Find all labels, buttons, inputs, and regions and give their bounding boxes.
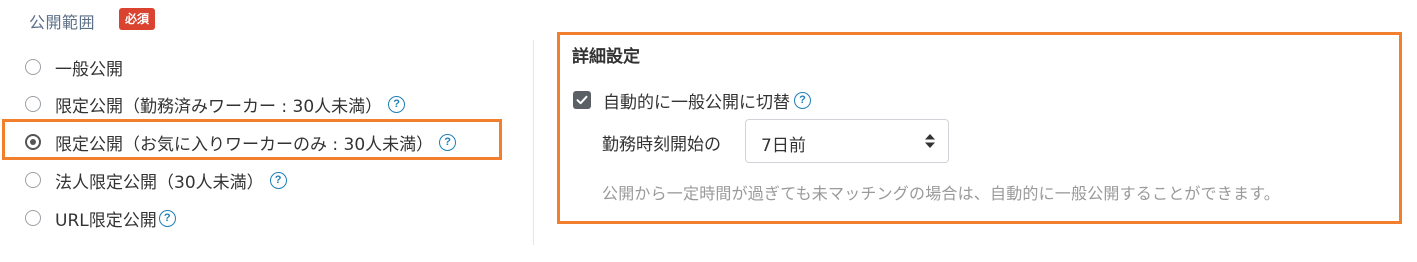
auto-switch-checkbox[interactable] (573, 91, 591, 109)
question-circle-icon[interactable]: ? (794, 91, 811, 109)
visibility-section-label: 公開範囲 (29, 13, 96, 32)
question-circle-icon[interactable]: ? (388, 95, 406, 113)
question-circle-icon[interactable]: ? (158, 209, 176, 227)
radio-label: 法人限定公開（30人未満） (55, 172, 264, 193)
auto-public-help-text: 公開から一定時間が過ぎても未マッチングの場合は、自動的に一般公開することができま… (602, 184, 1281, 203)
days-before-select[interactable]: 7日前 (745, 119, 949, 163)
question-circle-icon[interactable]: ? (269, 171, 287, 189)
radio-option-limited-worked[interactable]: 限定公開（勤務済みワーカー : 30人未満） ? (25, 90, 406, 118)
radio-option-public[interactable]: 一般公開 (25, 53, 123, 81)
required-badge: 必須 (119, 8, 156, 30)
radio-option-corporate-limited[interactable]: 法人限定公開（30人未満） ? (25, 166, 287, 194)
radio-button[interactable] (25, 210, 41, 226)
work-start-label: 勤務時刻開始の (602, 135, 721, 155)
auto-switch-checkbox-row[interactable]: 自動的に一般公開に切替 ? (573, 87, 811, 113)
radio-label: URL限定公開 (55, 210, 157, 231)
select-value: 7日前 (761, 136, 806, 156)
auto-switch-label: 自動的に一般公開に切替 (603, 92, 790, 113)
detail-settings-title: 詳細設定 (572, 47, 640, 67)
radio-button[interactable] (25, 96, 41, 112)
sort-caret-icon (925, 134, 935, 148)
radio-button[interactable] (25, 172, 41, 188)
column-divider (533, 40, 534, 245)
radio-button[interactable] (25, 59, 41, 75)
radio-option-url-limited[interactable]: URL限定公開 ? (25, 204, 176, 232)
check-icon (576, 95, 588, 105)
selected-option-highlight (2, 119, 502, 160)
radio-label: 限定公開（勤務済みワーカー : 30人未満） (55, 96, 383, 117)
radio-label: 一般公開 (55, 59, 123, 80)
